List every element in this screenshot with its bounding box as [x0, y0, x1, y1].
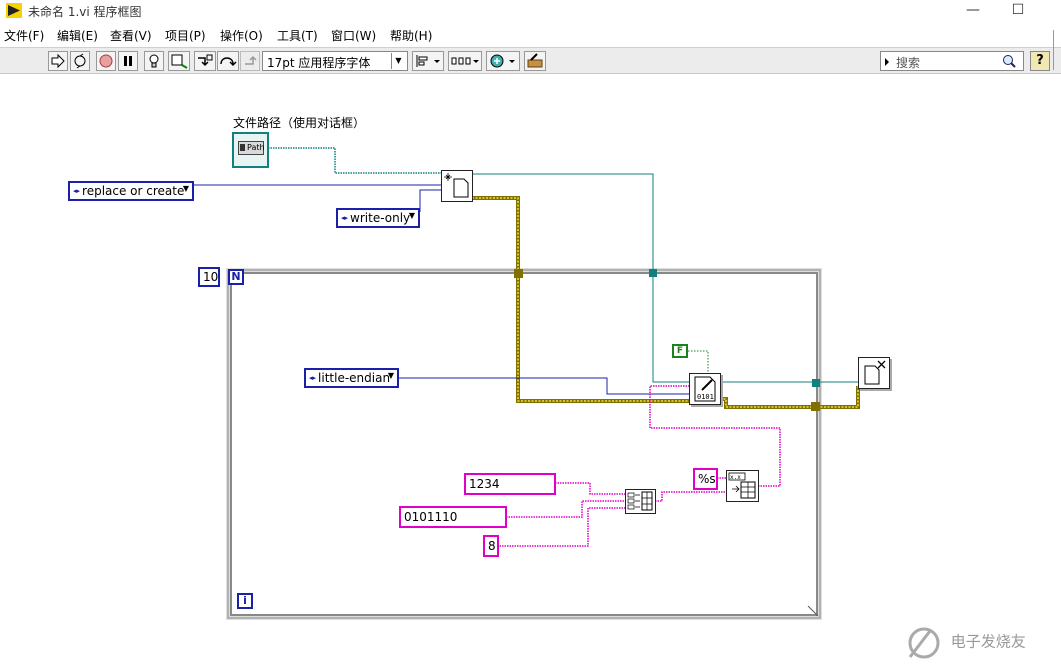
- minimize-button[interactable]: —: [958, 2, 988, 20]
- run-button[interactable]: [48, 51, 68, 71]
- path-control-label: 文件路径（使用对话框）: [233, 116, 366, 130]
- dropdown-arrow-icon: ▼: [387, 371, 394, 380]
- watermark-icon: [908, 627, 940, 659]
- build-array-icon: [627, 491, 653, 511]
- menu-edit[interactable]: 编辑(E): [57, 27, 98, 44]
- block-diagram: 文件路径（使用对话框） Path ◂▸ replace or create ▼ ◂…: [0, 76, 1061, 665]
- enum-arrows-icon: ◂▸: [73, 187, 81, 195]
- step-into-icon: [198, 54, 213, 67]
- loop-count-constant[interactable]: 10: [198, 267, 220, 287]
- format-string-constant[interactable]: %s: [693, 468, 718, 490]
- search-expand-icon: [885, 58, 889, 66]
- open-mode-enum[interactable]: ◂▸ replace or create ▼: [68, 181, 194, 201]
- step-over-button[interactable]: [217, 51, 239, 71]
- abort-button[interactable]: [96, 51, 116, 71]
- reorder-button[interactable]: [486, 51, 520, 71]
- watermark-logo: 电子发烧友: [900, 621, 1026, 663]
- close-file-icon: [864, 360, 886, 385]
- step-out-icon: [245, 55, 257, 65]
- dropdown-arrow-icon: ▼: [408, 211, 415, 220]
- maximize-button[interactable]: ☐: [1003, 2, 1033, 20]
- pause-icon: [124, 56, 132, 66]
- lightbulb-icon: [149, 54, 159, 68]
- build-array-node[interactable]: [625, 489, 656, 514]
- enum-arrows-icon: ◂▸: [341, 214, 349, 222]
- loop-count-terminal[interactable]: N: [228, 269, 244, 285]
- font-dropdown[interactable]: 17pt 应用程序字体 ▼: [262, 51, 408, 71]
- step-into-button[interactable]: [194, 51, 216, 71]
- clean-up-diagram-button[interactable]: [524, 51, 546, 71]
- menu-window[interactable]: 窗口(W): [331, 27, 376, 44]
- step-over-icon: [220, 57, 237, 67]
- search-icon[interactable]: [1001, 53, 1017, 69]
- write-binary-icon: 0101: [694, 376, 716, 402]
- string-constant-0101110[interactable]: 0101110: [399, 506, 507, 528]
- menu-operate[interactable]: 操作(O): [220, 27, 263, 44]
- window-title: 未命名 1.vi 程序框图: [28, 5, 142, 19]
- run-arrow-icon: [51, 53, 65, 69]
- context-help-button[interactable]: ?: [1030, 51, 1050, 71]
- for-loop-frame[interactable]: [226, 268, 822, 620]
- string-constant-1234[interactable]: 1234: [464, 473, 556, 495]
- svg-text:0101: 0101: [697, 393, 714, 401]
- watermark-text: 电子发烧友: [950, 632, 1026, 651]
- reorder-icon: [490, 54, 515, 68]
- open-create-file-node[interactable]: [441, 170, 473, 202]
- loop-iteration-terminal[interactable]: i: [237, 593, 253, 609]
- search-field[interactable]: 搜索: [880, 51, 1024, 71]
- spreadsheet-string-icon: x.x: [728, 472, 756, 499]
- toolbar: 17pt 应用程序字体 ▼ 搜索 ?: [0, 47, 1061, 74]
- title-bar: 未命名 1.vi 程序框图 — ☐: [0, 0, 1061, 22]
- menu-help[interactable]: 帮助(H): [390, 27, 432, 44]
- close-file-node[interactable]: [858, 357, 890, 389]
- dropdown-arrow-icon: ▼: [182, 184, 189, 193]
- probe-icon: [171, 54, 188, 69]
- byte-order-enum[interactable]: ◂▸ little-endian ▼: [304, 368, 399, 388]
- vi-icon-pane: [1053, 30, 1061, 70]
- menu-tools[interactable]: 工具(T): [277, 27, 318, 44]
- abort-stop-icon: [99, 54, 113, 68]
- run-continuously-icon: [74, 53, 86, 69]
- pause-button[interactable]: [118, 51, 138, 71]
- menu-file[interactable]: 文件(F): [4, 27, 44, 44]
- prepend-size-bool-constant[interactable]: F: [672, 344, 688, 358]
- retain-wire-values-button[interactable]: [168, 51, 190, 71]
- enum-arrows-icon: ◂▸: [309, 374, 317, 382]
- distribute-objects-button[interactable]: [448, 51, 482, 71]
- step-out-button[interactable]: [240, 51, 260, 71]
- svg-text:x.x: x.x: [730, 474, 741, 481]
- access-mode-value: write-only: [350, 211, 411, 225]
- dropdown-arrow-icon: ▼: [391, 53, 405, 69]
- menu-view[interactable]: 查看(V): [110, 27, 152, 44]
- align-objects-icon: [416, 55, 440, 67]
- labview-app-icon: [6, 3, 22, 18]
- folder-icon: [240, 144, 245, 151]
- clean-up-broom-icon: [527, 53, 543, 68]
- distribute-objects-icon: [451, 57, 479, 65]
- string-constant-8[interactable]: 8: [483, 535, 499, 557]
- write-binary-file-node[interactable]: 0101: [689, 373, 721, 405]
- highlight-execution-button[interactable]: [144, 51, 164, 71]
- menu-project[interactable]: 项目(P): [165, 27, 206, 44]
- run-continuously-button[interactable]: [70, 51, 90, 71]
- font-dropdown-value: 17pt 应用程序字体: [267, 56, 371, 70]
- menu-bar: 文件(F) 编辑(E) 查看(V) 项目(P) 操作(O) 工具(T) 窗口(W…: [0, 25, 1061, 45]
- search-placeholder: 搜索: [896, 56, 921, 70]
- open-file-icon: [444, 173, 469, 198]
- align-objects-button[interactable]: [412, 51, 444, 71]
- byte-order-value: little-endian: [318, 371, 391, 385]
- access-mode-enum[interactable]: ◂▸ write-only ▼: [336, 208, 420, 228]
- path-control-terminal[interactable]: Path: [232, 132, 269, 168]
- array-to-spreadsheet-string-node[interactable]: x.x: [726, 470, 759, 502]
- wires-layer: [194, 147, 860, 620]
- open-mode-value: replace or create: [82, 184, 185, 198]
